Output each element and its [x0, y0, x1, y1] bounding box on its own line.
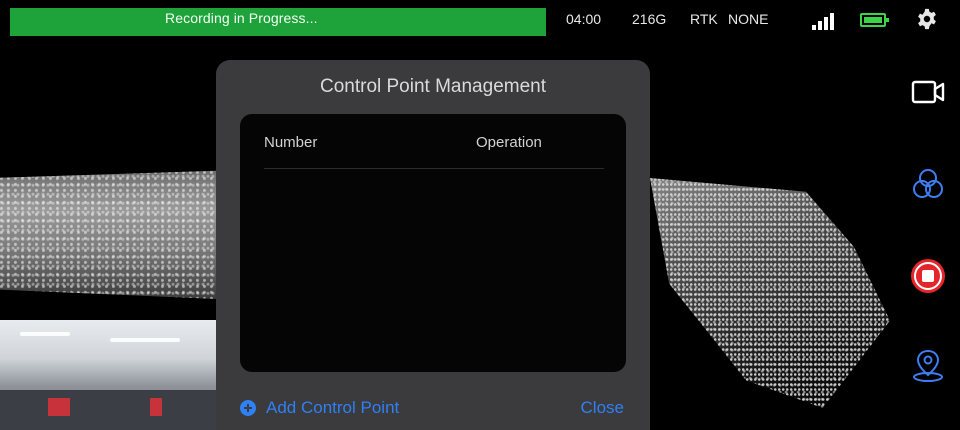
status-bar: Recording in Progress... 04:00 216G RTK … [0, 0, 960, 36]
storage-remaining: 216G [632, 11, 667, 27]
add-control-point-label: Add Control Point [266, 398, 400, 417]
point-cloud-left [0, 170, 240, 300]
rtk-status: NONE [728, 11, 769, 27]
column-header-operation: Operation [476, 134, 542, 151]
dialog-title: Control Point Management [319, 76, 546, 97]
panorama-preview[interactable] [0, 320, 230, 430]
stop-recording-button[interactable] [906, 254, 950, 298]
control-point-table: Number Operation [240, 114, 626, 372]
control-point-dialog: Control Point Management Number Operatio… [216, 60, 650, 430]
rtk-label: RTK [690, 11, 718, 27]
point-cloud-right [650, 178, 890, 408]
location-pin-icon [913, 349, 943, 382]
floor-area [0, 390, 230, 430]
layers-button[interactable] [906, 162, 950, 206]
red-object [48, 398, 70, 416]
location-button[interactable] [906, 344, 950, 388]
battery-icon [860, 13, 889, 27]
red-object [150, 398, 162, 416]
header-divider [264, 168, 604, 169]
recording-status-text: Recording in Progress... [165, 10, 318, 26]
elapsed-time: 04:00 [566, 11, 602, 27]
close-button[interactable]: Close [581, 398, 624, 418]
add-control-point-button[interactable]: Add Control Point [240, 398, 399, 418]
gear-icon[interactable] [916, 8, 938, 30]
layers-icon [913, 169, 943, 198]
stop-record-icon [911, 259, 945, 293]
camera-button[interactable] [906, 70, 950, 114]
column-header-number: Number [264, 134, 318, 151]
plus-circle-icon [240, 400, 256, 416]
camera-icon [911, 80, 945, 104]
ceiling-light [110, 338, 180, 342]
ceiling-light [20, 332, 70, 336]
signal-icon [812, 12, 836, 30]
